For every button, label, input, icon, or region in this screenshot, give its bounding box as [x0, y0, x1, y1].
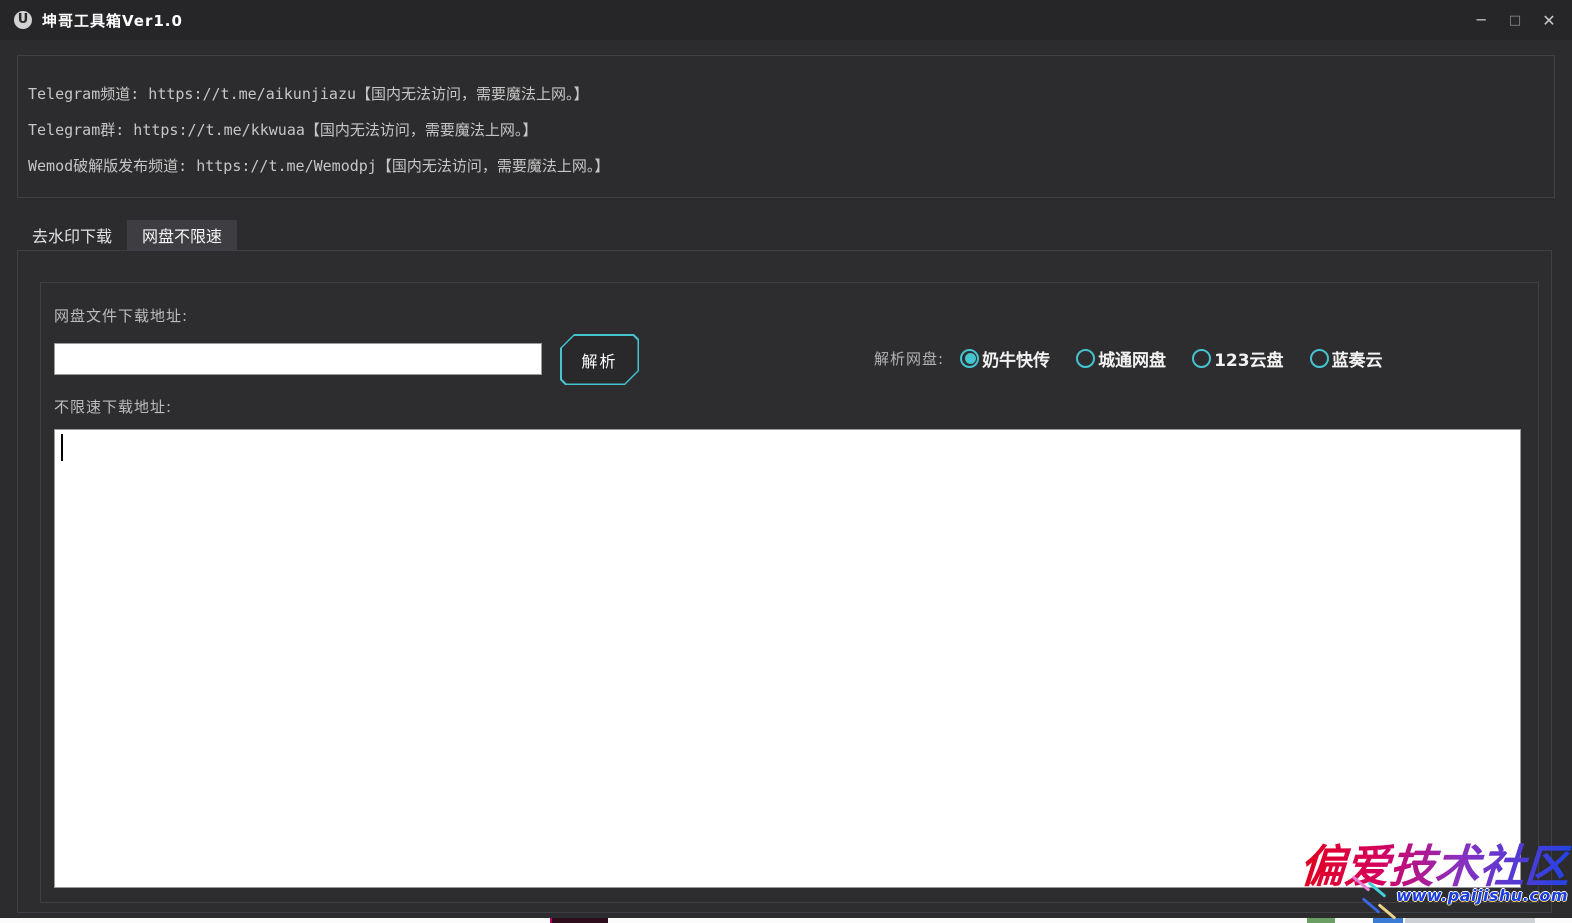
announcement-line: Wemod破解版发布频道: https://t.me/Wemodpj【国内无法访…: [28, 148, 1554, 184]
netdisk-group-box: 网盘文件下载地址: 解析 解析网盘: 奶牛快传 城通网盘: [40, 282, 1539, 903]
minimize-button[interactable]: ─: [1464, 0, 1498, 40]
result-label: 不限速下载地址:: [54, 396, 172, 417]
url-label: 网盘文件下载地址:: [54, 305, 188, 326]
radio-123pan[interactable]: 123云盘: [1192, 346, 1284, 371]
radio-label: 城通网盘: [1098, 346, 1166, 371]
announcement-line: Telegram频道: https://t.me/aikunjiazu【国内无法…: [28, 76, 1554, 112]
tab-netdisk-unlimited[interactable]: 网盘不限速: [127, 220, 237, 250]
radio-label: 123云盘: [1214, 346, 1284, 371]
app-window: U 坤哥工具箱Ver1.0 ─ □ ✕ Telegram频道: https://…: [0, 0, 1572, 918]
url-input[interactable]: [54, 343, 542, 375]
radio-label: 奶牛快传: [982, 346, 1050, 371]
result-textarea[interactable]: [54, 429, 1521, 888]
provider-radio-group: 解析网盘: 奶牛快传 城通网盘 123云盘: [874, 345, 1409, 371]
close-button[interactable]: ✕: [1532, 0, 1566, 40]
parse-button-label: 解析: [562, 336, 638, 384]
radio-label: 蓝奏云: [1332, 346, 1383, 371]
taskbar-item: [1307, 918, 1335, 923]
announcement-panel: Telegram频道: https://t.me/aikunjiazu【国内无法…: [17, 55, 1555, 198]
radio-cowtransfer[interactable]: 奶牛快传: [960, 346, 1050, 371]
taskbar-peek: [0, 918, 1572, 923]
text-caret: [61, 434, 63, 461]
taskbar-item: [1405, 918, 1535, 923]
radio-icon: [1076, 349, 1095, 368]
radio-lanzou[interactable]: 蓝奏云: [1310, 346, 1383, 371]
radio-chengtong[interactable]: 城通网盘: [1076, 346, 1166, 371]
screen: U 坤哥工具箱Ver1.0 ─ □ ✕ Telegram频道: https://…: [0, 0, 1572, 923]
tab-content-panel: 网盘文件下载地址: 解析 解析网盘: 奶牛快传 城通网盘: [17, 250, 1552, 913]
tabstrip: 去水印下载 网盘不限速: [17, 220, 237, 250]
taskbar-item: [1373, 918, 1403, 923]
window-controls: ─ □ ✕: [1464, 0, 1572, 40]
radio-icon: [1310, 349, 1329, 368]
provider-group-label: 解析网盘:: [874, 348, 944, 369]
parse-button[interactable]: 解析: [560, 334, 639, 385]
announcement-line: Telegram群: https://t.me/kkwuaa【国内无法访问，需要…: [28, 112, 1554, 148]
taskbar-item: [550, 918, 608, 923]
maximize-button[interactable]: □: [1498, 0, 1532, 40]
titlebar: U 坤哥工具箱Ver1.0 ─ □ ✕: [0, 0, 1572, 40]
app-icon: U: [14, 11, 32, 29]
window-title: 坤哥工具箱Ver1.0: [42, 10, 183, 31]
radio-icon: [960, 349, 979, 368]
radio-icon: [1192, 349, 1211, 368]
tab-remove-watermark[interactable]: 去水印下载: [17, 220, 127, 250]
